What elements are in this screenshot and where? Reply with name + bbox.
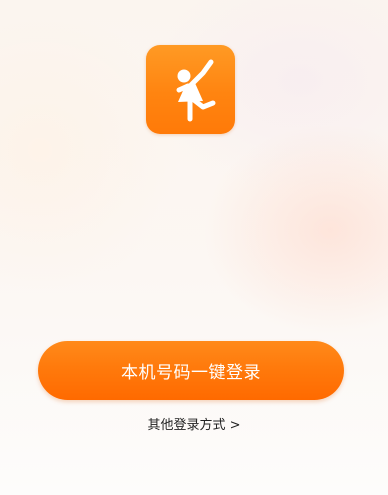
- other-login-methods-label: 其他登录方式 >: [147, 418, 241, 433]
- one-tap-login-button[interactable]: 本机号码一键登录: [38, 341, 344, 400]
- app-logo: [146, 45, 235, 134]
- one-tap-login-label: 本机号码一键登录: [121, 363, 261, 383]
- other-login-methods-link[interactable]: 其他登录方式 >: [0, 414, 388, 433]
- dancing-person-icon: [176, 59, 215, 121]
